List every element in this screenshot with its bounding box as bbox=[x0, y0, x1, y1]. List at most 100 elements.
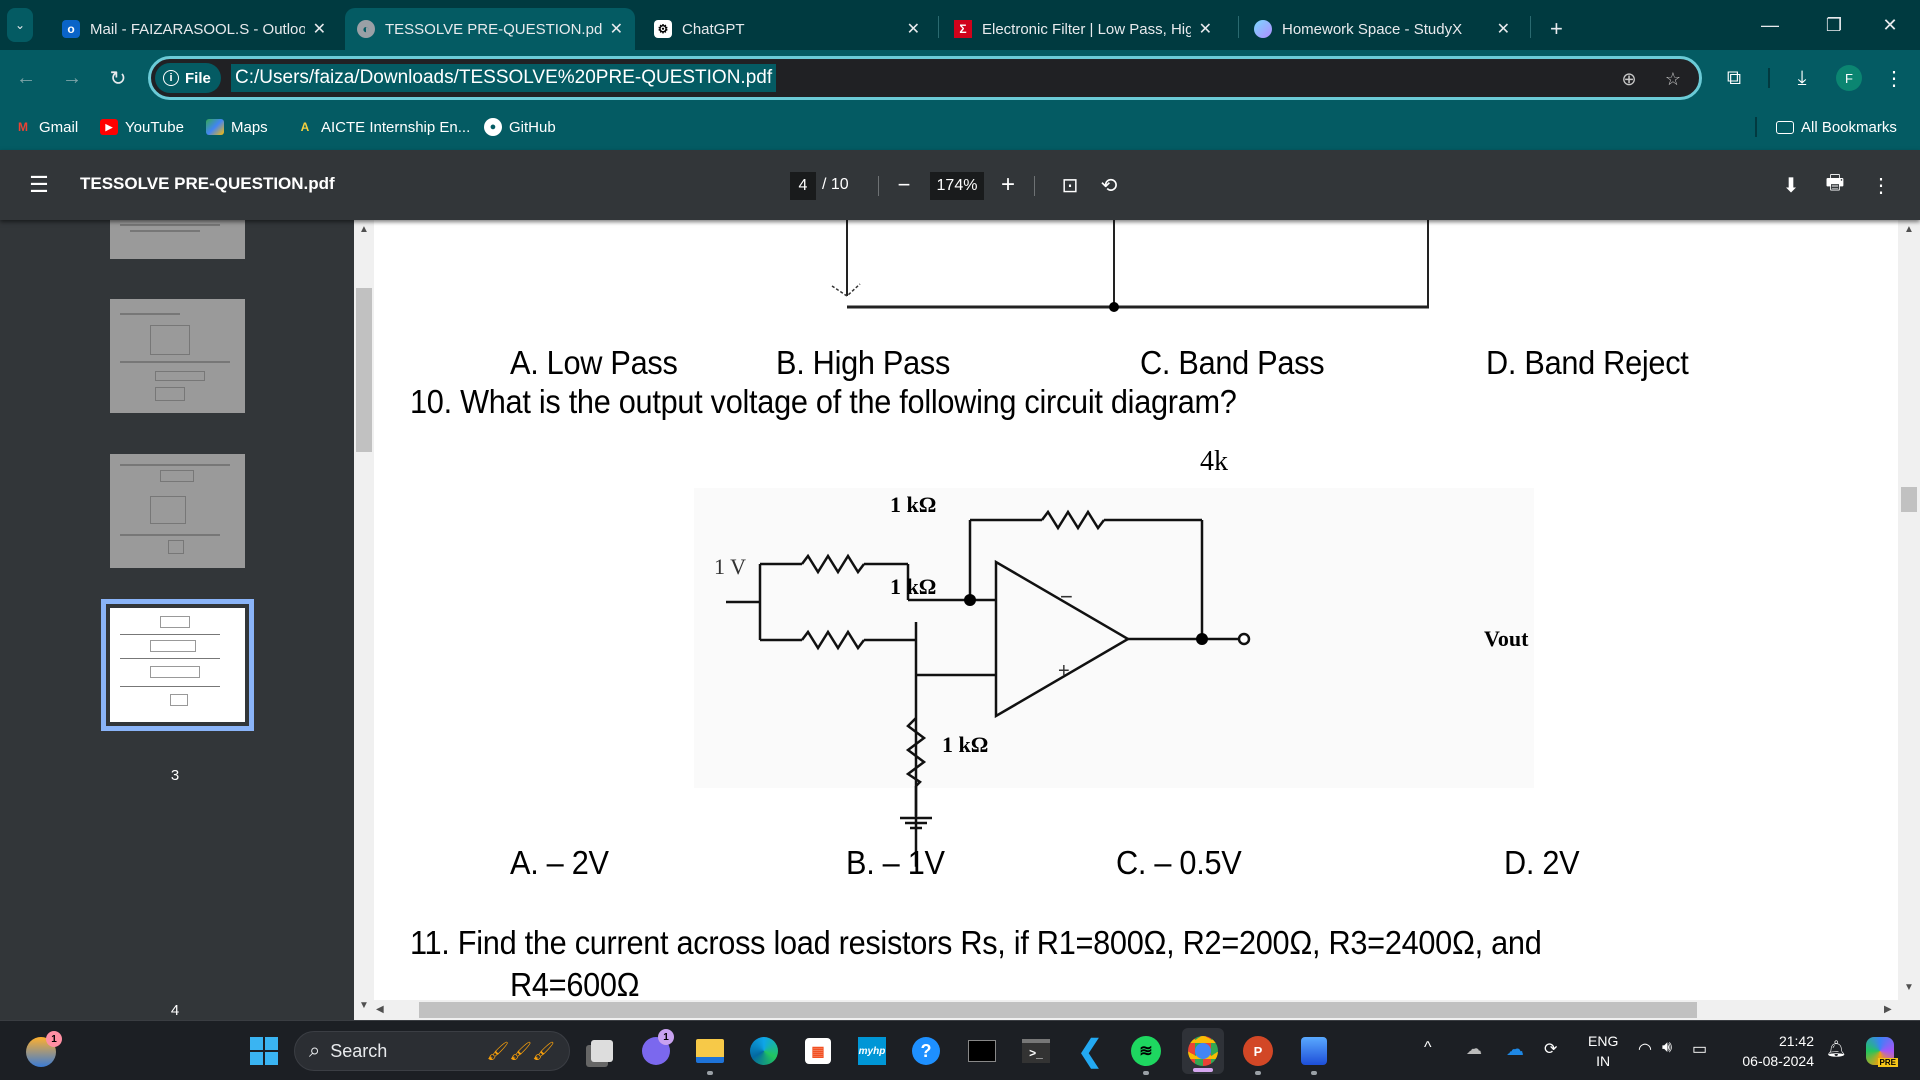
start-button[interactable] bbox=[246, 1033, 282, 1069]
resistor-feedback bbox=[1041, 509, 1105, 531]
tab-search-dropdown[interactable]: ⌄ bbox=[7, 8, 33, 42]
bookmark-gmail[interactable]: M Gmail bbox=[14, 115, 78, 139]
vscode-icon[interactable]: ❮ bbox=[1072, 1033, 1108, 1069]
restore-icon: ❐ bbox=[1825, 14, 1843, 35]
extensions-icon[interactable]: ⧉ bbox=[1716, 60, 1752, 96]
reload-button[interactable]: ↻ bbox=[100, 60, 136, 96]
task-view-icon[interactable] bbox=[584, 1033, 620, 1069]
zoom-indicator-icon[interactable]: ⊕ bbox=[1615, 65, 1643, 93]
sidebar-scroll-thumb[interactable] bbox=[356, 288, 372, 452]
cloud-sync-icon[interactable]: ☁ bbox=[1466, 1039, 1482, 1059]
fit-page-button[interactable]: ⊡ bbox=[1055, 170, 1085, 200]
q9-circuit-partial bbox=[831, 220, 1429, 312]
volume-icon[interactable]: 🔊︎ bbox=[1662, 1039, 1672, 1057]
file-explorer-icon[interactable] bbox=[692, 1033, 728, 1075]
wifi-icon[interactable]: ◠ bbox=[1638, 1039, 1652, 1059]
bookmark-star-icon[interactable]: ☆ bbox=[1659, 65, 1687, 93]
tab-electronic-filter[interactable]: Σ Electronic Filter | Low Pass, High ✕ bbox=[942, 8, 1224, 50]
horizontal-scroll-thumb[interactable] bbox=[419, 1002, 1697, 1018]
taskbar-search[interactable]: ⌕ Search 🖌🖌🖌 bbox=[294, 1031, 570, 1071]
print-button[interactable]: 🖶 bbox=[1820, 170, 1850, 200]
page-horizontal-scrollbar[interactable]: ◀ ▶ bbox=[374, 1000, 1920, 1020]
command-prompt-icon[interactable] bbox=[964, 1033, 1000, 1069]
scroll-down-icon[interactable]: ▼ bbox=[1904, 982, 1914, 993]
task-view-glyph bbox=[591, 1040, 613, 1062]
close-tab-icon[interactable]: ✕ bbox=[907, 19, 920, 39]
zoom-out-button[interactable]: − bbox=[892, 170, 916, 200]
bookmark-github[interactable]: ● GitHub bbox=[484, 115, 556, 139]
scroll-right-icon[interactable]: ▶ bbox=[1884, 1004, 1892, 1015]
terminal-icon[interactable]: >_ bbox=[1018, 1033, 1054, 1069]
pdf-more-button[interactable]: ⋮ bbox=[1866, 170, 1896, 200]
address-bar[interactable]: i File C:/Users/faiza/Downloads/TESSOLVE… bbox=[148, 56, 1702, 100]
restore-button[interactable]: ❐ bbox=[1806, 0, 1862, 50]
weather-widget-icon[interactable]: 1 bbox=[26, 1031, 62, 1067]
thumbnail-page-1[interactable] bbox=[110, 220, 245, 259]
pdf-title: TESSOLVE PRE-QUESTION.pdf bbox=[80, 174, 335, 193]
forward-button[interactable]: → bbox=[54, 60, 90, 96]
microsoft-store-icon[interactable]: ▦ bbox=[800, 1033, 836, 1069]
scroll-up-icon[interactable]: ▲ bbox=[1904, 224, 1914, 235]
page-vertical-scrollbar[interactable]: ▲ ▼ bbox=[1898, 220, 1920, 1020]
zoom-in-button[interactable]: + bbox=[996, 170, 1020, 200]
bookmark-aicte[interactable]: A AICTE Internship En... bbox=[296, 115, 471, 139]
show-hidden-icons-chevron[interactable]: ^ bbox=[1424, 1039, 1432, 1057]
scroll-up-icon[interactable]: ▲ bbox=[359, 224, 369, 235]
battery-icon[interactable]: ▭ bbox=[1692, 1039, 1707, 1059]
powerpoint-icon[interactable]: P bbox=[1240, 1033, 1276, 1075]
tab-chatgpt[interactable]: ⚙ ChatGPT ✕ bbox=[642, 8, 932, 50]
all-bookmarks-button[interactable]: All Bookmarks bbox=[1776, 115, 1897, 139]
clock[interactable]: 21:42 06-08-2024 bbox=[1734, 1031, 1814, 1071]
close-window-button[interactable]: ✕ bbox=[1862, 0, 1918, 50]
spotify-icon[interactable]: ≋ bbox=[1128, 1033, 1164, 1075]
tab-tessolve-pdf[interactable]: ◐ TESSOLVE PRE-QUESTION.pdf ✕ bbox=[345, 8, 635, 50]
minimize-icon: — bbox=[1761, 14, 1779, 35]
rotate-button[interactable]: ⟲ bbox=[1094, 170, 1124, 200]
profile-avatar[interactable]: F bbox=[1836, 65, 1862, 91]
notifications-icon[interactable]: 🔔︎ bbox=[1826, 1039, 1846, 1059]
photos-icon[interactable] bbox=[1296, 1033, 1332, 1075]
browser-menu-icon[interactable]: ⋮ bbox=[1876, 60, 1912, 96]
close-tab-icon[interactable]: ✕ bbox=[1199, 19, 1212, 39]
bookmark-maps[interactable]: Maps bbox=[206, 115, 268, 139]
chrome-glyph bbox=[1188, 1036, 1218, 1066]
close-tab-icon[interactable]: ✕ bbox=[610, 19, 623, 39]
tab-outlook-mail[interactable]: o Mail - FAIZARASOOL.S - Outlook ✕ bbox=[50, 8, 338, 50]
download-button[interactable]: ⬇ bbox=[1776, 170, 1806, 200]
url-text[interactable]: C:/Users/faiza/Downloads/TESSOLVE%20PRE-… bbox=[231, 64, 777, 92]
edge-browser-icon[interactable] bbox=[746, 1033, 782, 1069]
new-tab-button[interactable]: + bbox=[1538, 8, 1575, 50]
store-glyph: ▦ bbox=[805, 1038, 831, 1064]
downloads-icon[interactable]: ⤓ bbox=[1784, 60, 1820, 96]
page-number-input[interactable]: 4 bbox=[790, 172, 816, 200]
bookmark-youtube[interactable]: ▶ YouTube bbox=[100, 115, 184, 139]
copilot-icon[interactable]: PRE bbox=[1862, 1033, 1898, 1069]
back-button[interactable]: ← bbox=[8, 60, 44, 96]
thumbnail-page-2[interactable] bbox=[110, 299, 245, 413]
thumbnail-page-3[interactable] bbox=[110, 454, 245, 568]
scroll-left-icon[interactable]: ◀ bbox=[376, 1004, 384, 1015]
onedrive-icon[interactable]: ☁ bbox=[1506, 1039, 1524, 1060]
label-r-ground: 1 kΩ bbox=[942, 732, 989, 757]
sidebar-toggle-button[interactable]: ☰ bbox=[26, 172, 52, 198]
minimize-button[interactable]: — bbox=[1742, 0, 1798, 50]
sidebar-scrollbar[interactable]: ▲ ▼ bbox=[354, 220, 374, 1020]
close-tab-icon[interactable]: ✕ bbox=[313, 19, 326, 39]
language-line2: IN bbox=[1596, 1053, 1611, 1069]
scroll-down-icon[interactable]: ▼ bbox=[359, 1000, 369, 1011]
arrow-left-icon: ← bbox=[16, 66, 36, 89]
tab-studyx[interactable]: Homework Space - StudyX ✕ bbox=[1242, 8, 1522, 50]
zoom-level-input[interactable]: 174% bbox=[930, 172, 984, 200]
get-help-icon[interactable]: ? bbox=[908, 1033, 944, 1069]
chrome-icon[interactable] bbox=[1182, 1028, 1224, 1074]
search-label: Search bbox=[330, 1040, 388, 1061]
thumbnail-page-4[interactable] bbox=[101, 599, 254, 731]
language-indicator[interactable]: ENG IN bbox=[1588, 1031, 1618, 1071]
close-tab-icon[interactable]: ✕ bbox=[1497, 19, 1510, 39]
update-icon[interactable]: ⟳ bbox=[1544, 1039, 1557, 1059]
site-info-chip[interactable]: i File bbox=[155, 63, 221, 93]
chevron-down-icon: ⌄ bbox=[14, 18, 26, 32]
teams-chat-icon[interactable]: 1 bbox=[638, 1029, 674, 1069]
page-scroll-thumb[interactable] bbox=[1901, 487, 1917, 512]
myhp-icon[interactable]: myhp bbox=[854, 1033, 890, 1069]
